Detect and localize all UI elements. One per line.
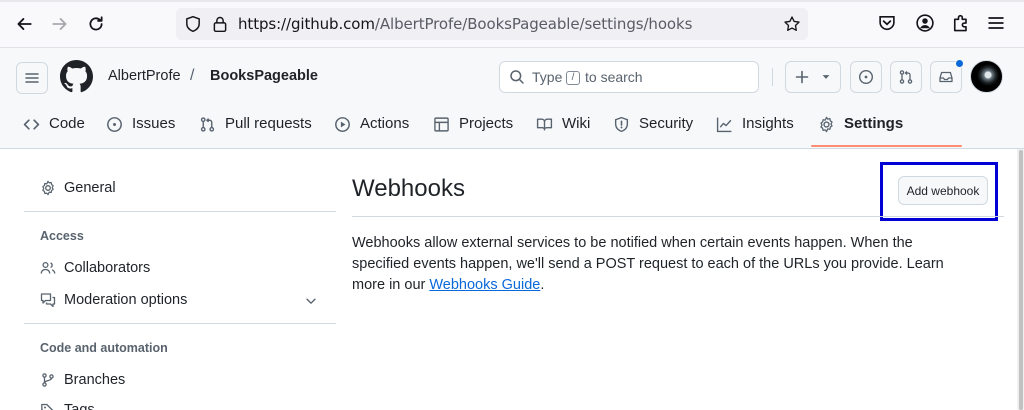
hamburger-menu-icon[interactable]: [986, 13, 1006, 33]
tab-issues-label: Issues: [132, 115, 176, 132]
tab-wiki-label: Wiki: [562, 115, 591, 132]
arrow-left-icon: [17, 18, 32, 30]
repo-header: AlbertProfe / BooksPageable Type / to se…: [0, 48, 1024, 149]
sidebar-item-label: Collaborators: [64, 260, 151, 276]
sidebar-item-tags[interactable]: Tags: [40, 402, 95, 410]
description-period: .: [540, 277, 545, 293]
create-new-button[interactable]: [785, 61, 841, 93]
search-placeholder-start: Type: [532, 69, 563, 85]
browser-toolbar: https://github.com/AlbertProfe/BooksPage…: [0, 0, 1024, 48]
tab-strip: [0, 0, 1024, 2]
search-placeholder-end: to search: [585, 69, 643, 85]
sidebar-divider: [24, 211, 336, 212]
tab-projects[interactable]: Projects: [433, 108, 513, 148]
pull-requests-button[interactable]: [890, 61, 922, 93]
tab-issues[interactable]: Issues: [106, 108, 175, 148]
sidebar-item-collaborators[interactable]: Collaborators: [40, 260, 150, 276]
scrollbar-thumb[interactable]: [1019, 150, 1023, 410]
sidebar-item-general[interactable]: General: [40, 180, 116, 196]
shield-icon[interactable]: [184, 15, 202, 33]
title-divider: [352, 216, 1004, 217]
repo-name-link[interactable]: BooksPageable: [210, 68, 318, 84]
sidebar-heading-code-automation: Code and automation: [40, 341, 168, 355]
graph-icon: [716, 117, 732, 133]
three-bars-icon: [25, 73, 39, 83]
user-avatar[interactable]: [970, 60, 1003, 93]
sidebar-divider: [24, 323, 336, 324]
lock-icon[interactable]: [211, 15, 229, 33]
pull-request-icon: [200, 117, 215, 132]
arrow-right-icon: [52, 18, 67, 30]
extensions-icon[interactable]: [951, 13, 971, 33]
tab-projects-label: Projects: [459, 115, 514, 132]
triangle-down-icon: [822, 75, 830, 79]
inbox-button[interactable]: [930, 59, 964, 93]
notification-dot: [955, 59, 964, 68]
tab-security-label: Security: [639, 115, 694, 132]
reload-button[interactable]: [83, 11, 109, 37]
github-logo-icon[interactable]: [60, 60, 93, 93]
people-icon: [40, 261, 56, 274]
shield-icon: [614, 116, 629, 133]
page-title: Webhooks: [352, 175, 465, 202]
sidebar-item-branches[interactable]: Branches: [40, 372, 125, 388]
url-text: https://github.com/AlbertProfe/BooksPage…: [238, 15, 692, 33]
path-separator: /: [190, 67, 195, 84]
code-icon: [23, 119, 40, 130]
chevron-down-icon[interactable]: [304, 294, 318, 308]
sidebar-item-label: Moderation options: [64, 292, 188, 308]
book-icon: [536, 118, 553, 131]
url-path: /AlbertProfe/BooksPageable/settings/hook…: [374, 15, 693, 33]
issue-icon: [107, 117, 122, 132]
gear-icon: [820, 116, 833, 133]
tab-pull-requests[interactable]: Pull requests: [199, 108, 312, 148]
issue-opened-icon: [858, 69, 874, 85]
inbox-icon: [939, 71, 953, 83]
address-bar[interactable]: https://github.com/AlbertProfe/BooksPage…: [176, 8, 808, 40]
comment-discussion-icon: [40, 293, 56, 308]
sidebar-heading-access: Access: [40, 229, 84, 243]
back-button[interactable]: [11, 11, 37, 37]
sidebar-item-label: General: [64, 180, 116, 196]
table-icon: [434, 117, 449, 132]
tab-security[interactable]: Security: [613, 108, 693, 148]
git-branch-icon: [42, 373, 54, 387]
tab-actions[interactable]: Actions: [334, 108, 409, 148]
sidebar-item-label: Branches: [64, 372, 126, 388]
search-input[interactable]: Type / to search: [499, 61, 759, 93]
sidebar-item-label: Tags: [64, 402, 95, 410]
tab-insights[interactable]: Insights: [716, 108, 794, 148]
tab-insights-label: Insights: [742, 115, 794, 132]
tab-code-label: Code: [49, 115, 85, 132]
add-webhook-button[interactable]: Add webhook: [898, 176, 988, 205]
tab-actions-label: Actions: [360, 115, 410, 132]
account-icon[interactable]: [915, 13, 935, 33]
git-pull-request-icon: [899, 70, 913, 84]
reload-icon: [89, 16, 103, 31]
search-shortcut-key: /: [566, 71, 580, 85]
url-host: https://github.com: [238, 15, 375, 33]
active-tab-indicator: [811, 145, 962, 147]
issues-button[interactable]: [850, 61, 882, 93]
bookmark-star-icon[interactable]: [783, 15, 801, 33]
forward-button[interactable]: [47, 11, 73, 37]
tab-code[interactable]: Code: [23, 108, 85, 148]
tab-wiki[interactable]: Wiki: [536, 108, 590, 148]
tab-settings-label: Settings: [844, 115, 904, 132]
pocket-icon[interactable]: [877, 13, 897, 33]
header-divider: [772, 68, 773, 86]
repo-owner-link[interactable]: AlbertProfe: [108, 68, 181, 84]
sidebar-item-moderation-options[interactable]: Moderation options: [40, 292, 187, 308]
tab-settings[interactable]: Settings: [818, 108, 903, 148]
plus-icon: [795, 70, 809, 84]
play-icon: [335, 117, 350, 132]
search-icon: [510, 70, 524, 84]
tag-icon: [41, 403, 54, 410]
tab-pull-requests-label: Pull requests: [225, 115, 312, 132]
gear-icon: [42, 180, 54, 196]
webhooks-guide-link[interactable]: Webhooks Guide: [429, 277, 540, 293]
global-menu-button[interactable]: [16, 62, 48, 94]
webhooks-description: Webhooks allow external services to be n…: [352, 233, 972, 296]
